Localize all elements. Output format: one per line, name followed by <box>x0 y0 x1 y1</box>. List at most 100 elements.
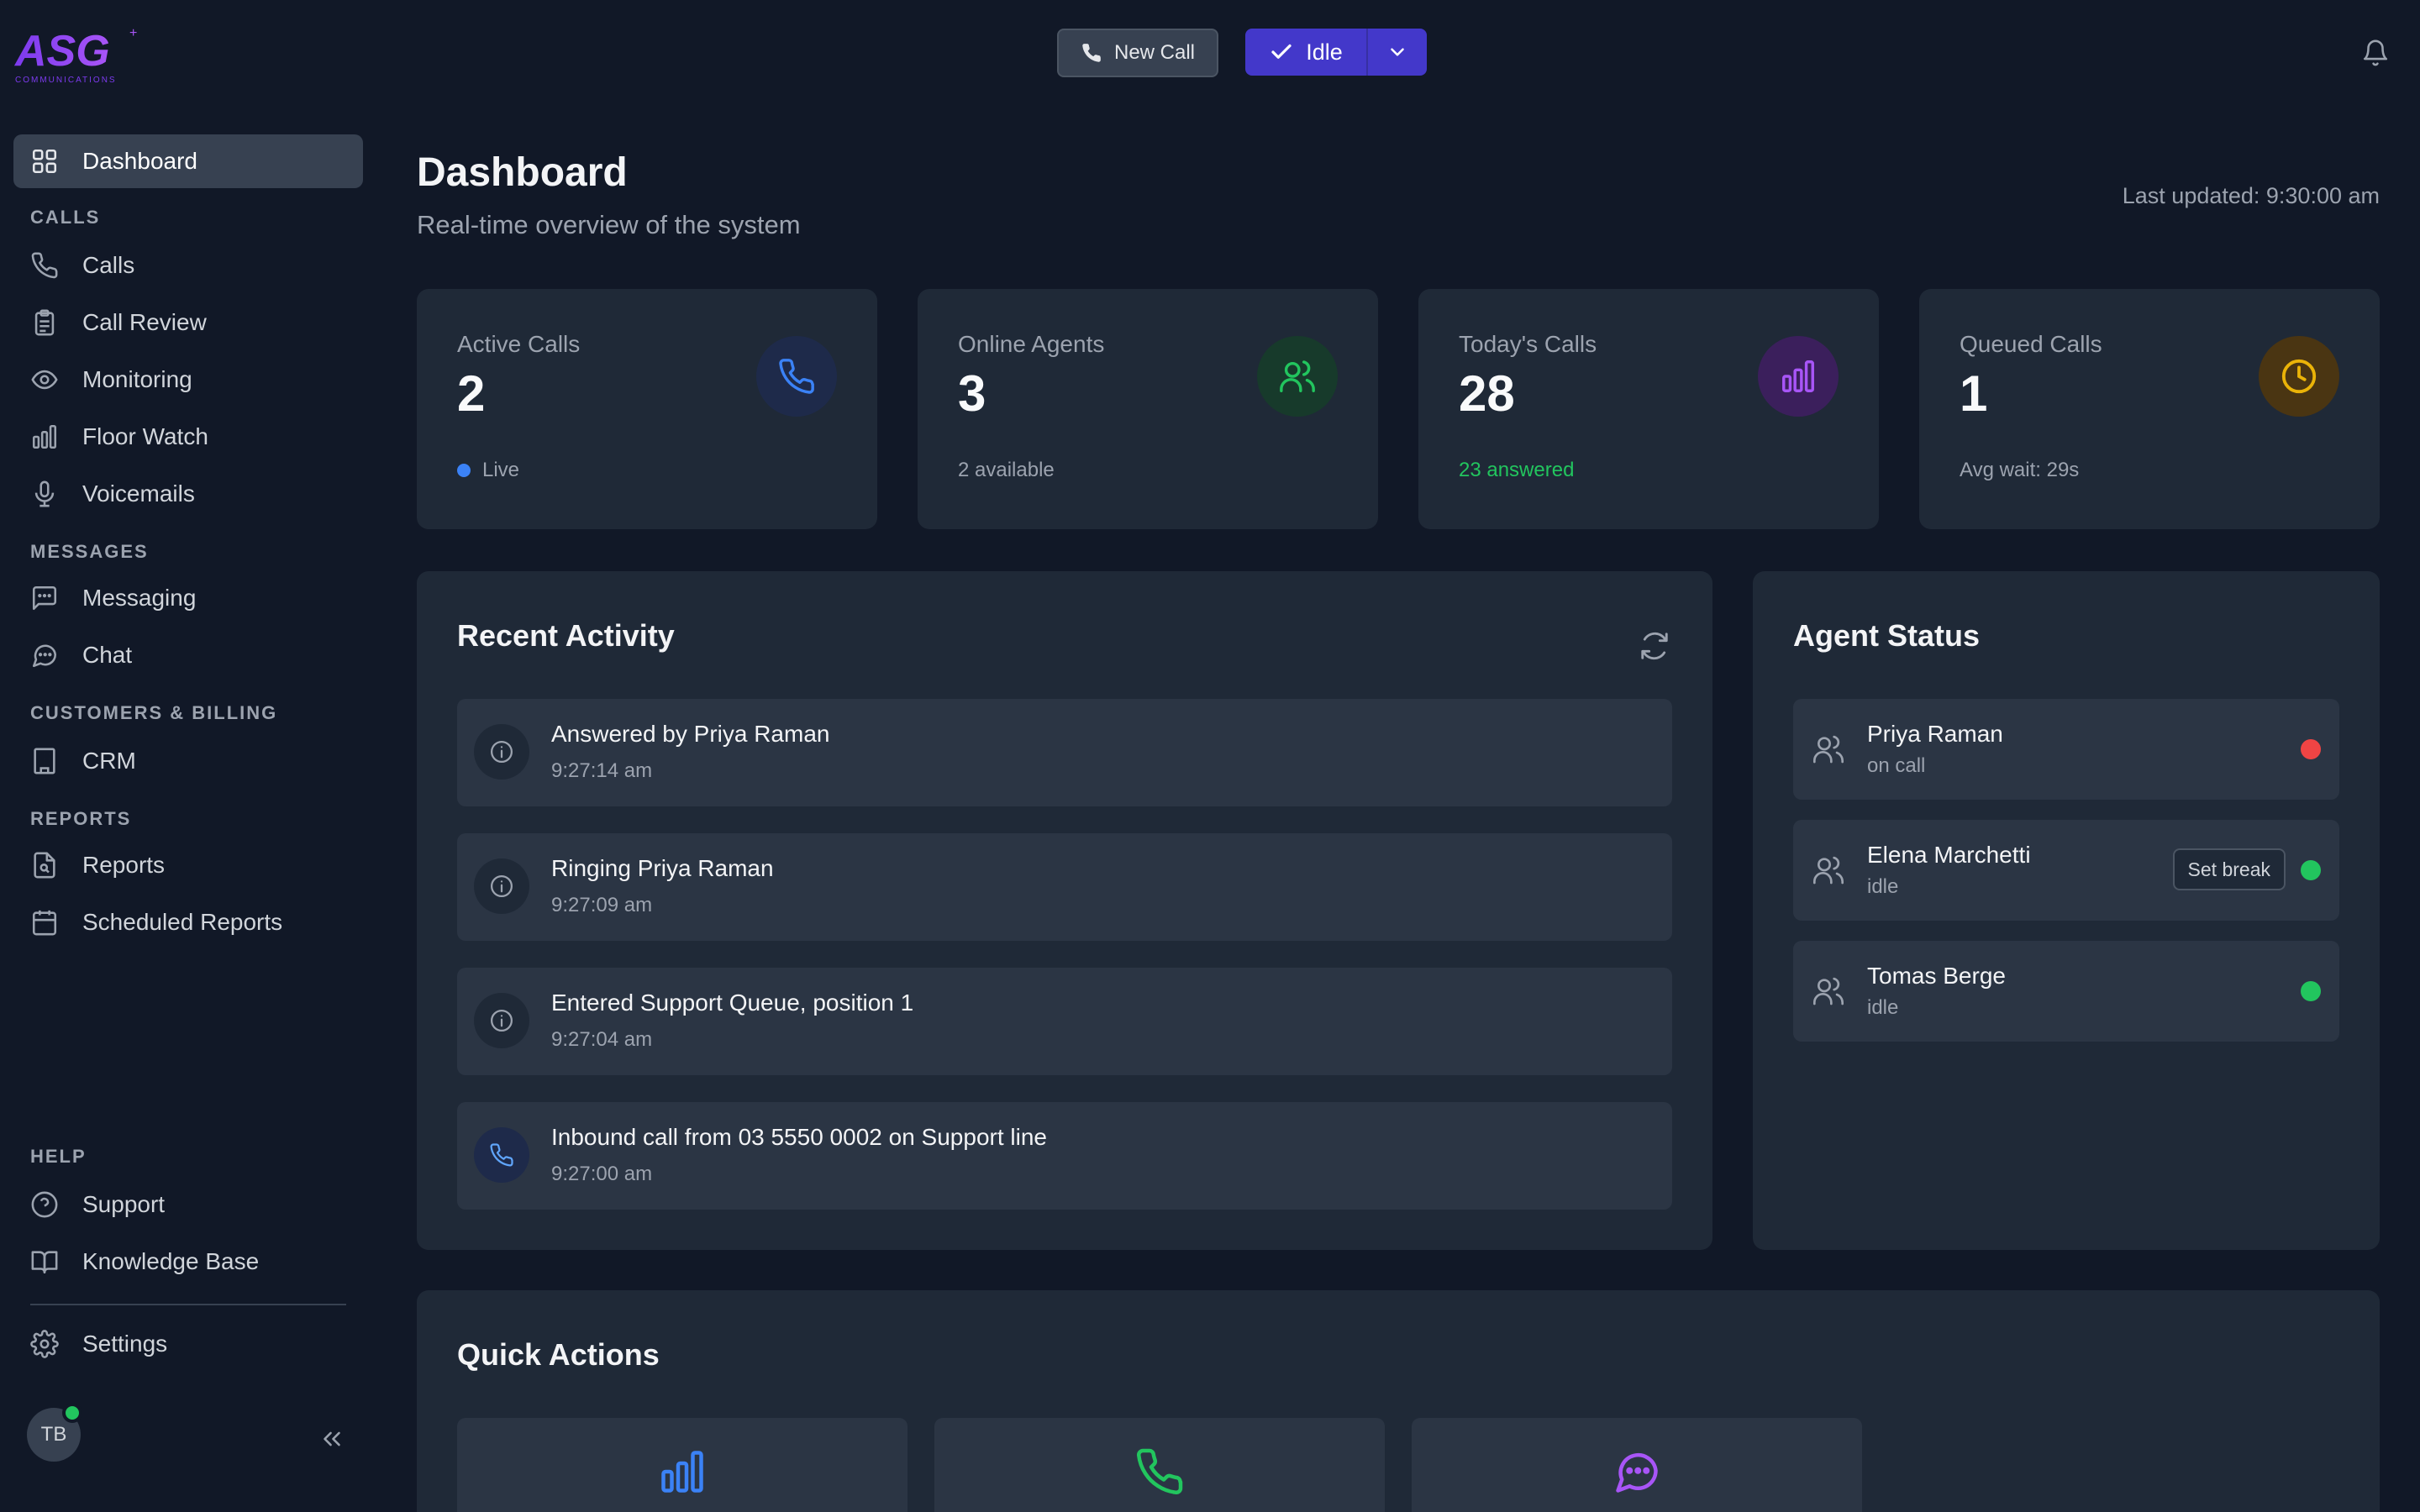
stat-value: 1 <box>1960 365 1988 422</box>
eye-icon <box>30 365 59 394</box>
activity-item[interactable]: Answered by Priya Raman 9:27:14 am <box>457 699 1672 806</box>
clock-icon <box>2259 336 2339 417</box>
sidebar-item-label: Messaging <box>82 585 197 611</box>
phone-icon <box>30 251 59 280</box>
agent-name: Priya Raman <box>1867 721 2003 747</box>
sidebar-item-support[interactable]: Support <box>13 1178 363 1231</box>
activity-item[interactable]: Inbound call from 03 5550 0002 on Suppor… <box>457 1102 1672 1210</box>
sidebar-item-label: Settings <box>82 1331 168 1357</box>
sidebar-item-label: Floor Watch <box>82 423 208 449</box>
refresh-icon[interactable] <box>1639 630 1670 662</box>
activity-item[interactable]: Entered Support Queue, position 1 9:27:0… <box>457 968 1672 1075</box>
sidebar-item-floor-watch[interactable]: Floor Watch <box>13 410 363 464</box>
building-icon <box>30 747 59 775</box>
activity-text: Ringing Priya Raman <box>551 855 774 881</box>
stat-label: Queued Calls <box>1960 331 2102 357</box>
sidebar-item-label: Support <box>82 1191 166 1217</box>
status-label: Idle <box>1306 39 1343 65</box>
sidebar-item-dashboard[interactable]: Dashboard <box>13 134 363 188</box>
agent-name: Tomas Berge <box>1867 963 2006 989</box>
status-dot <box>2301 739 2321 759</box>
sidebar-item-label: Voicemails <box>82 480 195 507</box>
agent-status-panel: Agent Status Priya Raman on call Elena M… <box>1753 571 2380 1250</box>
users-icon <box>1812 974 1845 1008</box>
quick-action-reports[interactable] <box>457 1418 908 1512</box>
last-updated: Last updated: 9:30:00 am <box>2122 183 2380 208</box>
recent-activity-panel: Recent Activity Answered by Priya Raman … <box>417 571 1712 1250</box>
agent-row[interactable]: Priya Raman on call <box>1793 699 2339 800</box>
stat-value: 3 <box>958 365 986 422</box>
bar-chart-icon <box>657 1446 708 1497</box>
stat-foot-text: Live <box>482 459 520 481</box>
stat-label: Online Agents <box>958 331 1105 357</box>
phone-icon <box>1134 1446 1185 1497</box>
agent-row[interactable]: Elena Marchetti idle Set break <box>1793 820 2339 921</box>
sidebar-item-calls[interactable]: Calls <box>13 239 363 292</box>
collapse-sidebar-icon[interactable] <box>318 1425 346 1453</box>
status-dropdown-button[interactable] <box>1368 29 1427 76</box>
sidebar-item-label: Calls <box>82 252 135 278</box>
sidebar-item-label: Monitoring <box>82 366 192 392</box>
stat-foot-text: 23 answered <box>1459 459 1575 481</box>
chat-bubble-icon <box>30 641 59 669</box>
stat-label: Active Calls <box>457 331 581 357</box>
help-circle-icon <box>30 1190 59 1219</box>
asg-logo[interactable]: ASG + COMMUNICATIONS <box>13 24 139 87</box>
agent-status-text: idle <box>1867 875 1899 898</box>
phone-icon <box>474 1127 529 1183</box>
section-label-reports: REPORTS <box>30 808 132 829</box>
sidebar-item-voicemails[interactable]: Voicemails <box>13 467 363 521</box>
sidebar-divider <box>30 1304 346 1305</box>
activity-text: Entered Support Queue, position 1 <box>551 990 914 1016</box>
sidebar-item-scheduled-reports[interactable]: Scheduled Reports <box>13 895 363 949</box>
stat-value: 28 <box>1459 365 1515 422</box>
users-icon <box>1257 336 1338 417</box>
activity-time: 9:27:14 am <box>551 759 653 782</box>
activity-item[interactable]: Ringing Priya Raman 9:27:09 am <box>457 833 1672 941</box>
sidebar-item-monitoring[interactable]: Monitoring <box>13 353 363 407</box>
bar-chart-icon <box>30 423 59 451</box>
gear-icon <box>30 1330 59 1358</box>
phone-icon <box>756 336 837 417</box>
agent-name: Elena Marchetti <box>1867 842 2031 868</box>
sidebar-item-reports[interactable]: Reports <box>13 838 363 892</box>
page-title: Dashboard <box>417 150 628 195</box>
activity-text: Answered by Priya Raman <box>551 721 830 747</box>
sidebar-item-messaging[interactable]: Messaging <box>13 571 363 625</box>
agent-row[interactable]: Tomas Berge idle <box>1793 941 2339 1042</box>
sidebar-item-knowledge-base[interactable]: Knowledge Base <box>13 1235 363 1289</box>
status-dot <box>2301 860 2321 880</box>
svg-text:ASG: ASG <box>13 27 110 76</box>
new-call-label: New Call <box>1113 41 1196 64</box>
notifications-bell-icon[interactable] <box>2361 39 2390 67</box>
stat-foot-text: Avg wait: 29s <box>1960 459 2080 481</box>
sidebar-item-chat[interactable]: Chat <box>13 628 363 682</box>
status-dot <box>2301 981 2321 1001</box>
set-break-button[interactable]: Set break <box>2172 848 2286 890</box>
bar-chart-icon <box>1758 336 1839 417</box>
sidebar-item-crm[interactable]: CRM <box>13 734 363 788</box>
panel-title: Quick Actions <box>457 1337 660 1372</box>
status-idle-button[interactable]: Idle <box>1245 29 1366 76</box>
microphone-icon <box>30 480 59 508</box>
panel-title: Agent Status <box>1793 618 1981 653</box>
section-label-customers-billing: CUSTOMERS & BILLING <box>30 702 278 723</box>
file-search-icon <box>30 851 59 879</box>
clipboard-icon <box>30 308 59 337</box>
sidebar-item-label: Call Review <box>82 309 207 335</box>
panel-title: Recent Activity <box>457 618 675 653</box>
live-indicator <box>457 464 471 477</box>
quick-action-chat[interactable] <box>1412 1418 1862 1512</box>
new-call-button[interactable]: New Call <box>1057 29 1218 77</box>
stat-card-todays-calls: Today's Calls 28 23 answered <box>1418 289 1879 529</box>
info-icon <box>474 858 529 914</box>
stat-foot-text: 2 available <box>958 459 1055 481</box>
sidebar-item-settings[interactable]: Settings <box>13 1317 363 1371</box>
sidebar-item-call-review[interactable]: Call Review <box>13 296 363 349</box>
agent-status-selector: Idle <box>1245 29 1427 76</box>
quick-action-call[interactable] <box>934 1418 1385 1512</box>
stat-card-online-agents: Online Agents 3 2 available <box>918 289 1378 529</box>
stat-footnote: Live <box>457 459 519 482</box>
agent-status-text: on call <box>1867 754 1926 777</box>
message-square-icon <box>30 584 59 612</box>
